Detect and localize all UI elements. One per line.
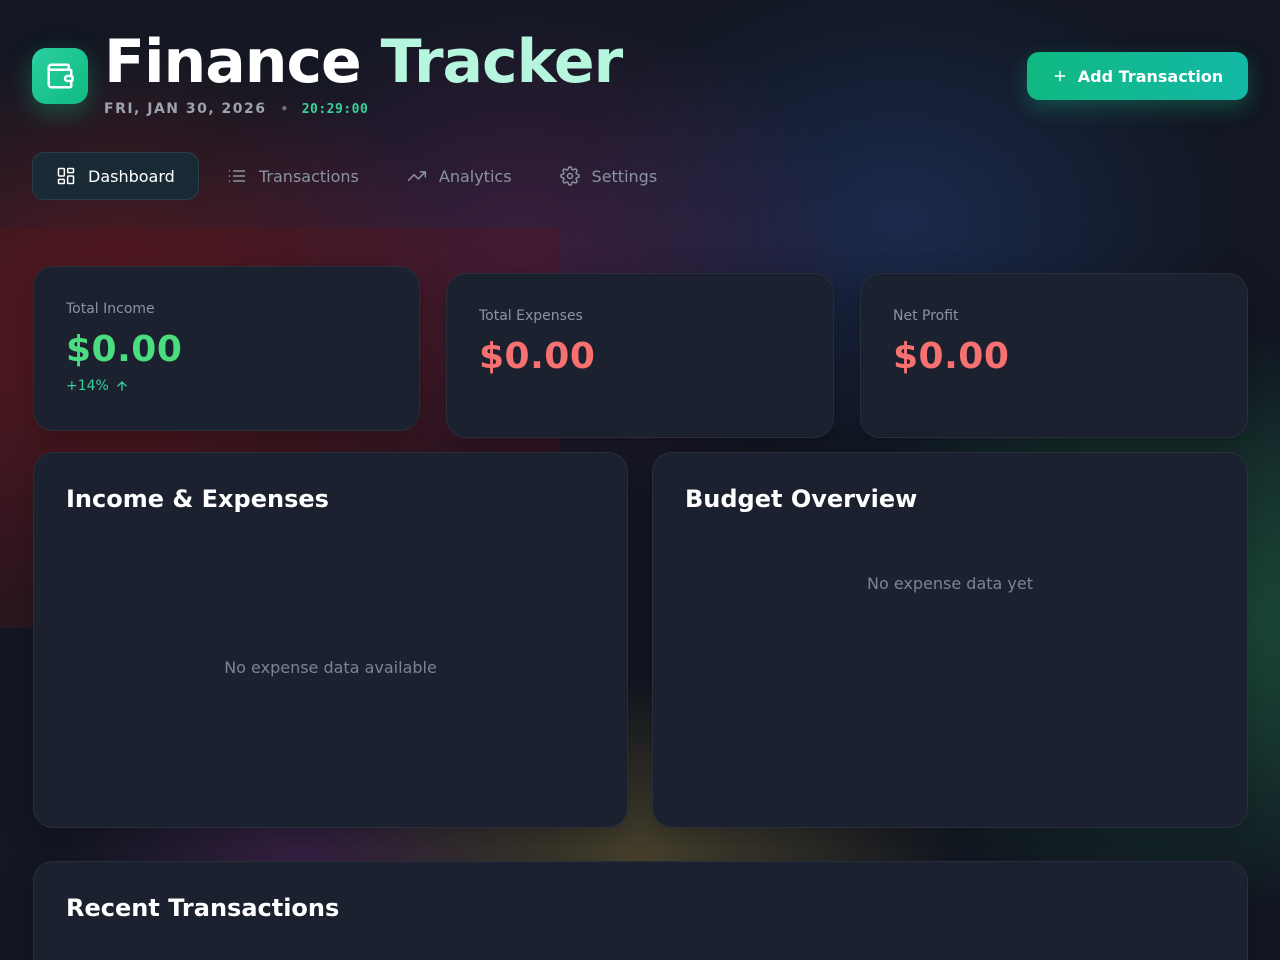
title-finance: Finance (104, 27, 362, 97)
budget-overview-panel: Budget Overview No expense data yet (652, 452, 1248, 828)
stat-card-net-profit: Net Profit $0.00 (860, 273, 1248, 438)
tab-dashboard-label: Dashboard (88, 166, 175, 186)
tab-settings-label: Settings (591, 166, 658, 186)
empty-state-text: No expense data yet (867, 574, 1033, 593)
arrow-up-icon (117, 381, 127, 391)
current-date: FRI, JAN 30, 2026 (104, 101, 267, 117)
tab-analytics-label: Analytics (438, 166, 512, 186)
stat-value: $0.00 (893, 336, 1010, 377)
empty-state-text: No expense data available (224, 658, 437, 677)
date-time-line: FRI, JAN 30, 2026 • 20:29:00 (104, 101, 368, 117)
gear-icon (559, 166, 580, 186)
stat-trend: +14% (66, 378, 387, 394)
trending-up-icon (407, 171, 426, 181)
list-icon (228, 170, 246, 182)
add-transaction-label: Add Transaction (1077, 66, 1224, 86)
stat-value: $0.00 (479, 336, 596, 377)
tab-dashboard[interactable]: Dashboard (32, 152, 199, 200)
page-title: Finance Tracker (104, 26, 624, 98)
stat-label: Net Profit (893, 308, 959, 324)
panel-title: Budget Overview (685, 485, 918, 513)
tab-transactions-label: Transactions (259, 166, 359, 186)
separator-dot: • (280, 102, 290, 116)
tab-transactions[interactable]: Transactions (203, 152, 383, 200)
stat-label: Total Income (66, 301, 155, 317)
trend-value: +14% (66, 378, 109, 394)
stat-value: $0.00 (66, 329, 183, 370)
title-tracker: Tracker (380, 27, 624, 97)
tab-settings[interactable]: Settings (536, 152, 682, 200)
stat-card-expenses: Total Expenses $0.00 (446, 273, 834, 438)
recent-transactions-panel: Recent Transactions (33, 861, 1248, 960)
income-expenses-panel: Income & Expenses No expense data availa… (33, 452, 628, 828)
current-time: 20:29:00 (301, 101, 369, 117)
add-transaction-button[interactable]: Add Transaction (1027, 52, 1248, 100)
main-nav: Dashboard Transactions Analytics Setting… (32, 152, 681, 200)
wallet-logo-icon (32, 48, 88, 104)
tab-analytics[interactable]: Analytics (383, 152, 536, 200)
stat-card-income: Total Income $0.00 +14% (33, 266, 420, 431)
panel-title: Recent Transactions (66, 894, 340, 922)
stat-label: Total Expenses (479, 308, 583, 324)
grid-icon (57, 167, 75, 185)
panel-title: Income & Expenses (66, 485, 329, 513)
plus-icon (1054, 70, 1066, 82)
